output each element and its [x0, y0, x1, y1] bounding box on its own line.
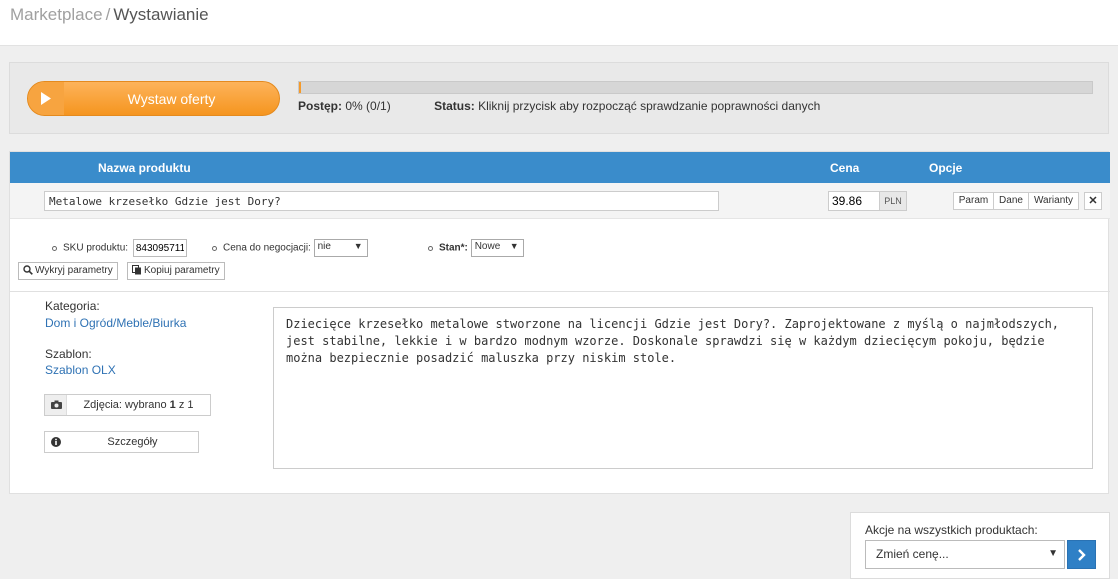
template-label: Szablon: — [45, 347, 92, 361]
condition-field: Stan*: Nowe ▼ — [428, 239, 524, 257]
status-text: Kliknij przycisk aby rozpocząć sprawdzan… — [478, 99, 821, 113]
progress-value: 0% (0/1) — [345, 99, 391, 113]
progress-info: Postęp: 0% (0/1) Status: Kliknij przycis… — [298, 99, 820, 113]
status-label: Status: — [434, 99, 475, 113]
table-header: Nazwa produktu Cena Opcje — [10, 152, 1110, 183]
price-input[interactable] — [828, 191, 880, 211]
product-name-input[interactable] — [44, 191, 719, 211]
detect-parameters-label: Wykryj parametry — [35, 265, 113, 276]
dropdown-arrow-icon: ▼ — [353, 241, 363, 251]
currency-addon: PLN — [880, 191, 907, 211]
search-icon — [23, 265, 33, 275]
progress-bar — [298, 81, 1093, 94]
chevron-right-icon — [1078, 549, 1086, 561]
variants-button[interactable]: Warianty — [1029, 192, 1079, 210]
breadcrumb: Marketplace / Wystawianie — [10, 5, 209, 25]
publish-offers-label: Wystaw oferty — [127, 91, 216, 107]
camera-icon — [45, 395, 67, 415]
publish-offers-button[interactable]: Wystaw oferty — [27, 81, 280, 116]
bullet-icon — [52, 245, 57, 251]
details-button[interactable]: Szczegóły — [44, 431, 199, 453]
copy-icon — [132, 265, 141, 275]
divider — [10, 291, 1110, 292]
dropdown-arrow-icon: ▼ — [1048, 548, 1058, 559]
product-table: Nazwa produktu Cena Opcje PLN Param Dane… — [9, 151, 1110, 494]
progress-label: Postęp: — [298, 99, 343, 113]
publish-panel: Wystaw oferty Postęp: 0% (0/1) Status: K… — [9, 62, 1109, 134]
param-button[interactable]: Param — [953, 192, 994, 210]
progress-fill — [299, 82, 301, 93]
dropdown-arrow-icon: ▼ — [509, 241, 519, 251]
breadcrumb-root[interactable]: Marketplace — [10, 5, 103, 24]
breadcrumb-current: Wystawianie — [113, 5, 209, 24]
template-link[interactable]: Szablon OLX — [45, 363, 116, 377]
condition-value: Nowe — [474, 241, 501, 252]
play-icon — [28, 82, 64, 115]
header-product-name: Nazwa produktu — [98, 161, 191, 175]
info-icon — [45, 432, 67, 452]
photos-button[interactable]: Zdjęcia: wybrano 1 z 1 — [44, 394, 211, 416]
description-textarea[interactable]: Dziecięce krzesełko metalowe stworzone n… — [273, 307, 1093, 469]
header-options: Opcje — [929, 161, 963, 175]
negotiable-select[interactable]: nie ▼ — [313, 239, 368, 257]
photos-total: 1 — [187, 399, 194, 411]
bulk-action-value: Zmień cenę... — [876, 547, 949, 561]
bullet-icon — [428, 245, 433, 251]
detect-parameters-button[interactable]: Wykryj parametry — [18, 262, 118, 280]
data-button[interactable]: Dane — [994, 192, 1029, 210]
photos-prefix: Zdjęcia: wybrano — [83, 399, 170, 411]
header-price: Cena — [830, 161, 860, 175]
table-row: PLN Param Dane Warianty ✕ — [10, 183, 1110, 219]
category-label: Kategoria: — [45, 299, 100, 313]
sku-field: SKU produktu: — [52, 239, 187, 257]
bulk-action-select[interactable]: Zmień cenę... ▼ — [865, 540, 1065, 569]
bulk-actions-panel: Akcje na wszystkich produktach: Zmień ce… — [850, 512, 1110, 579]
bullet-icon — [212, 245, 217, 251]
copy-parameters-label: Kopiuj parametry — [144, 265, 220, 276]
condition-select[interactable]: Nowe ▼ — [470, 239, 524, 257]
copy-parameters-button[interactable]: Kopiuj parametry — [127, 262, 225, 280]
top-bar: Marketplace / Wystawianie — [0, 0, 1118, 46]
negotiable-label: Cena do negocjacji: — [223, 242, 311, 254]
bulk-apply-button[interactable] — [1067, 540, 1096, 569]
negotiable-field: Cena do negocjacji: nie ▼ — [212, 239, 368, 257]
negotiable-value: nie — [317, 241, 331, 252]
sku-input[interactable] — [132, 239, 187, 257]
bulk-actions-label: Akcje na wszystkich produktach: — [865, 523, 1038, 537]
category-link[interactable]: Dom i Ogród/Meble/Biurka — [45, 316, 186, 330]
photos-middle: z — [175, 399, 188, 411]
breadcrumb-separator: / — [105, 5, 111, 24]
sku-label: SKU produktu: — [63, 242, 129, 254]
remove-product-button[interactable]: ✕ — [1084, 192, 1102, 210]
condition-label: Stan*: — [439, 242, 468, 254]
details-label: Szczegóły — [107, 436, 158, 448]
photos-label: Zdjęcia: wybrano 1 z 1 — [67, 395, 210, 415]
